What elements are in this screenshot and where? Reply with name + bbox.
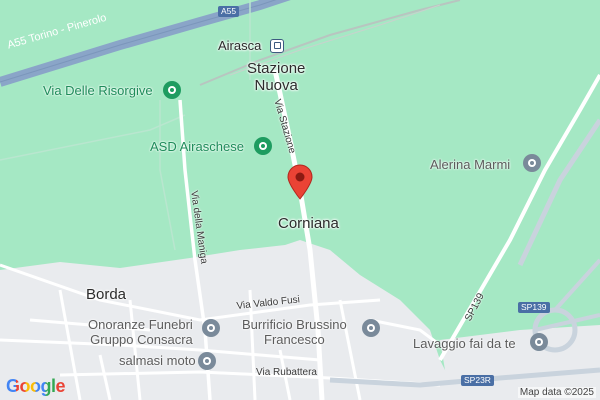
funeral-home-icon[interactable] <box>202 319 220 337</box>
onoranze-line2: Gruppo Consacra <box>90 332 193 347</box>
poi-onoranze-funebri-label[interactable]: Onoranze Funebri Gruppo Consacra <box>88 317 193 347</box>
map-canvas[interactable]: A55 A55 Torino - Pinerolo Airasca Stazio… <box>0 0 600 400</box>
map-attribution[interactable]: Map data ©2025 <box>517 387 596 398</box>
location-pin-icon[interactable] <box>286 164 314 200</box>
shop-icon[interactable] <box>523 154 541 172</box>
airasca-label: Airasca <box>218 38 262 53</box>
store-icon[interactable] <box>362 319 380 337</box>
poi-salmasi-moto-label[interactable]: salmasi moto <box>119 353 196 368</box>
poi-asd-airaschese-label[interactable]: ASD Airaschese <box>150 139 244 154</box>
sp23r-shield: SP23R <box>461 375 494 386</box>
google-logo-text: Google <box>6 376 66 396</box>
via-rubattera-label: Via Rubattera <box>256 367 317 378</box>
poi-burrificio-label[interactable]: Burrificio Brussino Francesco <box>242 317 347 347</box>
burrificio-line1: Burrificio Brussino <box>242 317 347 332</box>
poi-lavaggio-label[interactable]: Lavaggio fai da te <box>413 336 516 351</box>
burrificio-line2: Francesco <box>264 332 325 347</box>
poi-alerina-marmi-label[interactable]: Alerina Marmi <box>430 157 510 172</box>
sports-club-icon[interactable] <box>254 137 272 155</box>
stazione-line1: Stazione <box>247 60 306 77</box>
motorcycle-shop-icon[interactable] <box>198 352 216 370</box>
park-icon[interactable] <box>163 81 181 99</box>
sp139-shield: SP139 <box>518 302 550 313</box>
stazione-nuova-label[interactable]: Stazione Nuova <box>247 60 305 94</box>
stazione-line2: Nuova <box>254 77 298 94</box>
borda-label: Borda <box>86 286 127 303</box>
a55-shield: A55 <box>218 6 240 17</box>
onoranze-line1: Onoranze Funebri <box>88 317 193 332</box>
poi-via-delle-risorgive-label[interactable]: Via Delle Risorgive <box>43 83 153 98</box>
train-station-icon[interactable] <box>270 39 284 53</box>
car-wash-icon[interactable] <box>530 333 548 351</box>
corniana-label: Corniana <box>278 215 339 232</box>
google-logo: Google <box>6 376 66 397</box>
